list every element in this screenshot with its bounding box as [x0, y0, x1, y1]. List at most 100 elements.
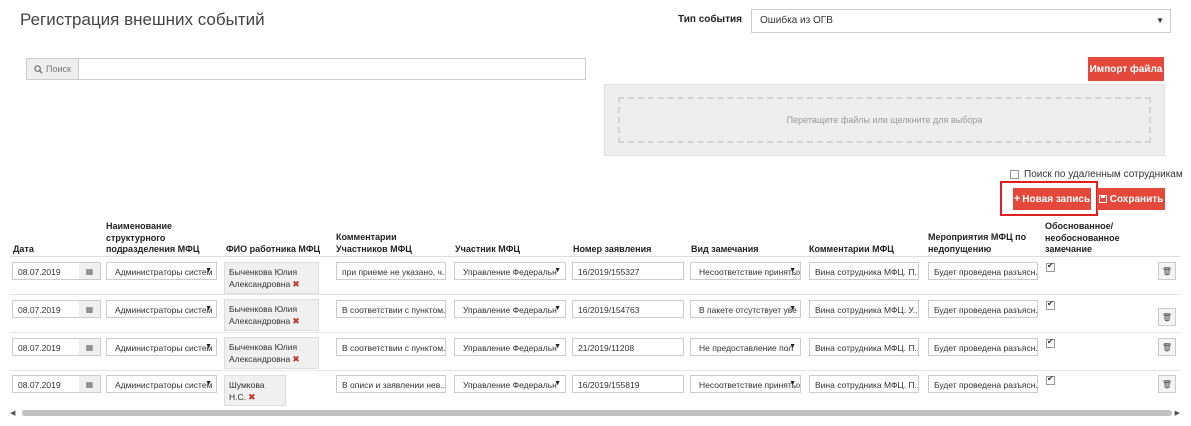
- event-type-select[interactable]: Ошибка из ОГВ ▼: [751, 9, 1171, 33]
- measures-input[interactable]: Будет проведена разъясн...: [928, 300, 1038, 318]
- date-input[interactable]: 08.07.2019: [12, 262, 80, 280]
- chevron-down-icon: ▼: [1156, 16, 1164, 25]
- remove-icon[interactable]: ✖: [292, 354, 300, 364]
- unit-select-value: Администраторы систем: [115, 267, 213, 277]
- mfc-comment-input[interactable]: Вина сотрудника МФЦ. П...: [809, 262, 919, 280]
- column-header-participant: Участник МФЦ: [455, 244, 520, 254]
- unit-select-value: Администраторы систем: [115, 305, 213, 315]
- column-header-measures: Мероприятия МФЦ по недопущению: [928, 232, 1027, 254]
- justified-checkbox[interactable]: [1046, 299, 1055, 310]
- mfc-comment-input[interactable]: Вина сотрудника МФЦ. У...: [809, 300, 919, 318]
- remark-type-select[interactable]: В пакете отсутствует уве ▼: [690, 300, 801, 318]
- remove-icon[interactable]: ✖: [248, 392, 256, 402]
- remove-icon[interactable]: ✖: [292, 316, 300, 326]
- save-icon: [1098, 195, 1107, 203]
- unit-select[interactable]: Администраторы систем ▼: [106, 300, 217, 318]
- participant-comment-input[interactable]: В соответствии с пунктом...: [336, 300, 446, 318]
- measures-input[interactable]: Будет проведена разъясн...: [928, 338, 1038, 356]
- row-divider: [10, 332, 1180, 333]
- search-bar: Поиск: [26, 58, 586, 80]
- table-row: 08.07.2019 ▦ Администраторы систем ▼ Быче…: [0, 294, 1191, 331]
- calendar-icon[interactable]: ▦: [79, 375, 101, 393]
- unit-select-value: Администраторы систем: [115, 380, 213, 390]
- column-header-participant-comments: Комментарии Участников МФЦ: [336, 232, 412, 254]
- mfc-comment-input[interactable]: Вина сотрудника МФЦ. П...: [809, 375, 919, 393]
- participant-select[interactable]: Управление Федеральн ▼: [454, 300, 566, 318]
- import-file-button[interactable]: Импорт файла: [1088, 57, 1164, 81]
- horizontal-scrollbar[interactable]: ◀ ▶: [10, 409, 1180, 417]
- remark-type-select[interactable]: Не предоставление пол ▼: [690, 338, 801, 356]
- trash-icon[interactable]: 🗑: [1158, 338, 1176, 356]
- participant-comment-input[interactable]: В описи и заявлении нев...: [336, 375, 446, 393]
- search-addon: Поиск: [27, 59, 79, 79]
- participant-comment-input[interactable]: В соответствии с пунктом...: [336, 338, 446, 356]
- unit-select-value: Администраторы систем: [115, 343, 213, 353]
- trash-icon[interactable]: 🗑: [1158, 308, 1176, 326]
- column-header-date: Дата: [13, 244, 34, 254]
- scroll-right-icon[interactable]: ▶: [1175, 409, 1180, 417]
- new-record-button[interactable]: + Новая запись: [1013, 188, 1091, 210]
- worker-name: Шумкова Н.С.: [229, 380, 265, 402]
- app-number-input[interactable]: 16/2019/155327: [572, 262, 684, 280]
- justified-checkbox[interactable]: [1046, 261, 1055, 272]
- measures-input[interactable]: Будет проведена разъясн...: [928, 375, 1038, 393]
- remark-type-select[interactable]: Несоответствие принятых ▼: [690, 262, 801, 280]
- app-number-input[interactable]: 16/2019/154763: [572, 300, 684, 318]
- remark-type-value: Несоответствие принятых: [699, 380, 801, 390]
- chevron-down-icon: ▼: [554, 343, 561, 350]
- chevron-down-icon: ▼: [205, 267, 212, 274]
- remark-type-value: Не предоставление пол: [699, 343, 794, 353]
- calendar-icon[interactable]: ▦: [79, 300, 101, 318]
- date-input[interactable]: 08.07.2019: [12, 300, 80, 318]
- file-dropzone[interactable]: Перетащите файлы или щелкните для выбора: [618, 97, 1151, 143]
- unit-select[interactable]: Администраторы систем ▼: [106, 262, 217, 280]
- unit-select[interactable]: Администраторы систем ▼: [106, 375, 217, 393]
- column-header-unit: Наименование структурного подразделения …: [106, 221, 200, 254]
- dropzone-text: Перетащите файлы или щелкните для выбора: [786, 115, 983, 125]
- unit-select[interactable]: Администраторы систем ▼: [106, 338, 217, 356]
- event-type-value: Ошибка из ОГВ: [760, 15, 833, 26]
- participant-select[interactable]: Управление Федеральн ▼: [454, 338, 566, 356]
- scroll-thumb[interactable]: [22, 410, 1172, 416]
- remark-type-value: В пакете отсутствует уве: [699, 305, 797, 315]
- scroll-left-icon[interactable]: ◀: [10, 409, 15, 417]
- save-label: Сохранить: [1109, 193, 1164, 205]
- chevron-down-icon: ▼: [205, 343, 212, 350]
- calendar-icon[interactable]: ▦: [79, 338, 101, 356]
- column-header-mfc-comments: Комментарии МФЦ: [809, 244, 894, 254]
- chevron-down-icon: ▼: [789, 380, 796, 387]
- deleted-employees-checkbox[interactable]: [1010, 170, 1019, 179]
- deleted-employees-option[interactable]: Поиск по удаленным сотрудникам: [1010, 169, 1183, 180]
- worker-tag: Быченкова Юлия Александровна ✖: [224, 299, 319, 331]
- participant-select[interactable]: Управление Федеральн ▼: [454, 375, 566, 393]
- column-header-worker: ФИО работника МФЦ: [226, 244, 321, 254]
- participant-comment-input[interactable]: при приеме не указано, ч...: [336, 262, 446, 280]
- row-divider: [10, 294, 1180, 295]
- chevron-down-icon: ▼: [205, 305, 212, 312]
- remove-icon[interactable]: ✖: [292, 279, 300, 289]
- page-title: Регистрация внешних событий: [20, 10, 265, 29]
- table-row: 08.07.2019 ▦ Администраторы систем ▼ Быче…: [0, 332, 1191, 369]
- participant-select[interactable]: Управление Федеральн ▼: [454, 262, 566, 280]
- remark-type-select[interactable]: Несоответствие принятых ▼: [690, 375, 801, 393]
- event-type-label: Тип события: [678, 14, 742, 25]
- app-number-input[interactable]: 16/2019/155819: [572, 375, 684, 393]
- measures-input[interactable]: Будет проведена разъясн...: [928, 262, 1038, 280]
- save-button[interactable]: Сохранить: [1097, 188, 1165, 210]
- column-header-app-number: Номер заявления: [573, 244, 652, 254]
- mfc-comment-input[interactable]: Вина сотрудника МФЦ. П...: [809, 338, 919, 356]
- date-input[interactable]: 08.07.2019: [12, 375, 80, 393]
- calendar-icon[interactable]: ▦: [79, 262, 101, 280]
- scroll-track[interactable]: [22, 410, 1172, 416]
- trash-icon[interactable]: 🗑: [1158, 262, 1176, 280]
- justified-checkbox[interactable]: [1046, 374, 1055, 385]
- participant-select-value: Управление Федеральн: [463, 380, 557, 390]
- participant-select-value: Управление Федеральн: [463, 267, 557, 277]
- worker-name: Быченкова Юлия Александровна: [229, 267, 298, 289]
- chevron-down-icon: ▼: [205, 380, 212, 387]
- app-number-input[interactable]: 21/2019/11208: [572, 338, 684, 356]
- trash-icon[interactable]: 🗑: [1158, 375, 1176, 393]
- justified-checkbox[interactable]: [1046, 337, 1055, 348]
- search-input[interactable]: [79, 59, 585, 79]
- date-input[interactable]: 08.07.2019: [12, 338, 80, 356]
